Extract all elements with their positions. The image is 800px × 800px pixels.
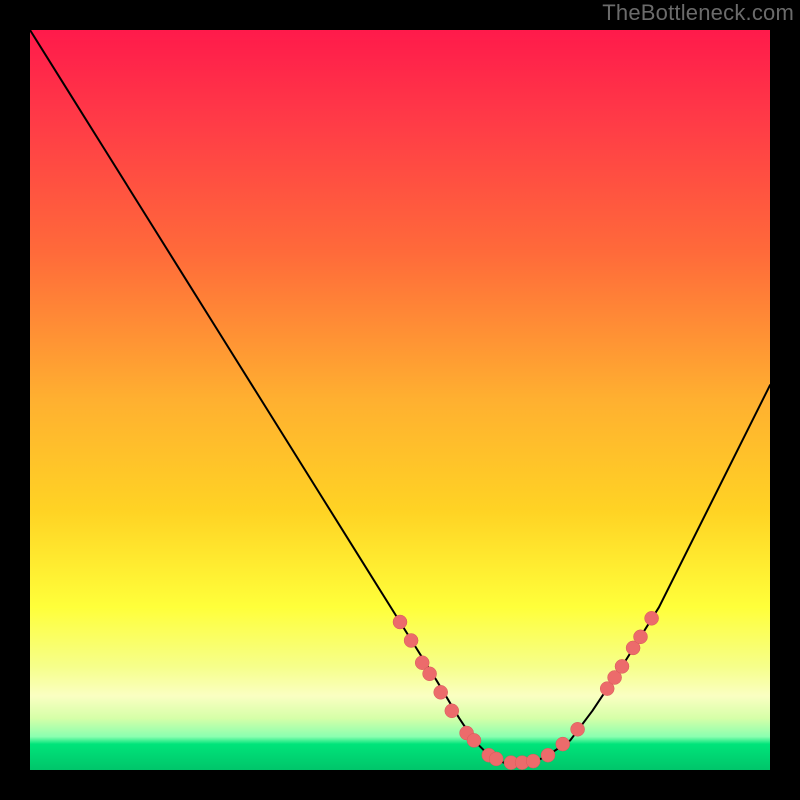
data-dot (526, 754, 540, 768)
data-dot (489, 752, 503, 766)
watermark-text: TheBottleneck.com (602, 0, 794, 26)
data-dot (423, 667, 437, 681)
data-dot (634, 630, 648, 644)
data-dot (615, 659, 629, 673)
data-dot (467, 733, 481, 747)
data-dot (445, 704, 459, 718)
data-dot (645, 611, 659, 625)
data-dot (556, 737, 570, 751)
chart-svg (30, 30, 770, 770)
data-dot (404, 634, 418, 648)
chart-frame: TheBottleneck.com (0, 0, 800, 800)
data-dot (541, 748, 555, 762)
data-dot (571, 722, 585, 736)
gradient-background (30, 30, 770, 770)
data-dot (393, 615, 407, 629)
plot-area (30, 30, 770, 770)
data-dot (434, 685, 448, 699)
